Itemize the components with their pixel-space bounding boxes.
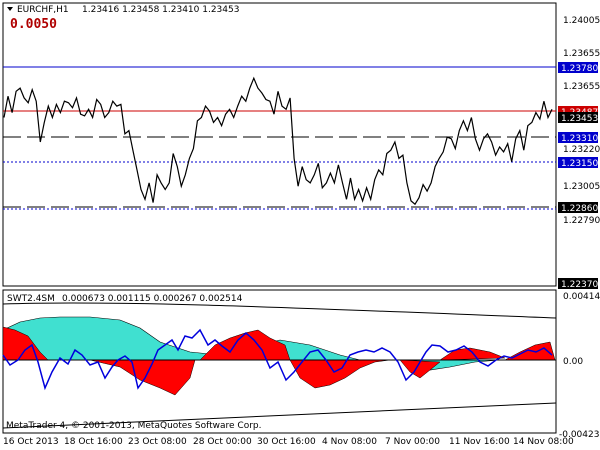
spread-value: 0.0050 xyxy=(10,17,57,32)
indicator-title: SWT2.4SM xyxy=(7,294,55,304)
tag-dash-lower-text: 1.22860 xyxy=(561,204,598,214)
price-tick-6: 1.22790 xyxy=(563,216,600,226)
time-label-6: 4 Nov 08:00 xyxy=(322,437,377,447)
ohlc-values: 1.23416 1.23458 1.23410 1.23453 xyxy=(82,5,239,15)
time-label-7: 7 Nov 00:00 xyxy=(385,437,440,447)
tag-blue-top-text: 1.23780 xyxy=(561,64,598,74)
tag-bottom-text: 1.22370 xyxy=(561,280,598,290)
indicator-values: 0.000673 0.001115 0.000267 0.002514 xyxy=(62,294,243,304)
time-label-9: 14 Nov 08:00 xyxy=(513,437,574,447)
symbol-title: EURCHF,H1 xyxy=(17,5,69,15)
price-panel[interactable] xyxy=(2,2,557,287)
price-tick-4: 1.23220 xyxy=(563,145,600,155)
time-axis: 16 Oct 2013 18 Oct 16:00 23 Oct 08:00 28… xyxy=(3,437,574,447)
time-label-4: 28 Oct 00:00 xyxy=(193,437,252,447)
price-tick-3: 1.23655 xyxy=(563,82,600,92)
indicator-tick-zero: 0.00 xyxy=(563,357,583,367)
tag-dash-upper-text: 1.23310 xyxy=(561,134,598,144)
indicator-tick-top: 0.004147 xyxy=(563,292,600,302)
copyright-text: MetaTrader 4, © 2001-2013, MetaQuotes So… xyxy=(6,421,262,431)
chart-window[interactable]: EURCHF,H1 1.23416 1.23458 1.23410 1.2345… xyxy=(0,0,600,450)
time-label-3: 23 Oct 08:00 xyxy=(128,437,187,447)
tag-blue-dotted-text: 1.23150 xyxy=(561,159,598,169)
price-tick-5: 1.23005 xyxy=(563,182,600,192)
time-label-1: 16 Oct 2013 xyxy=(3,437,59,447)
time-label-2: 18 Oct 16:00 xyxy=(64,437,123,447)
time-label-8: 11 Nov 16:00 xyxy=(449,437,510,447)
time-label-5: 30 Oct 16:00 xyxy=(257,437,316,447)
price-tick-1: 1.24005 xyxy=(563,16,600,26)
price-tick-2: 1.23655 xyxy=(563,49,600,59)
tag-current-price-text: 1.23453 xyxy=(561,114,598,124)
